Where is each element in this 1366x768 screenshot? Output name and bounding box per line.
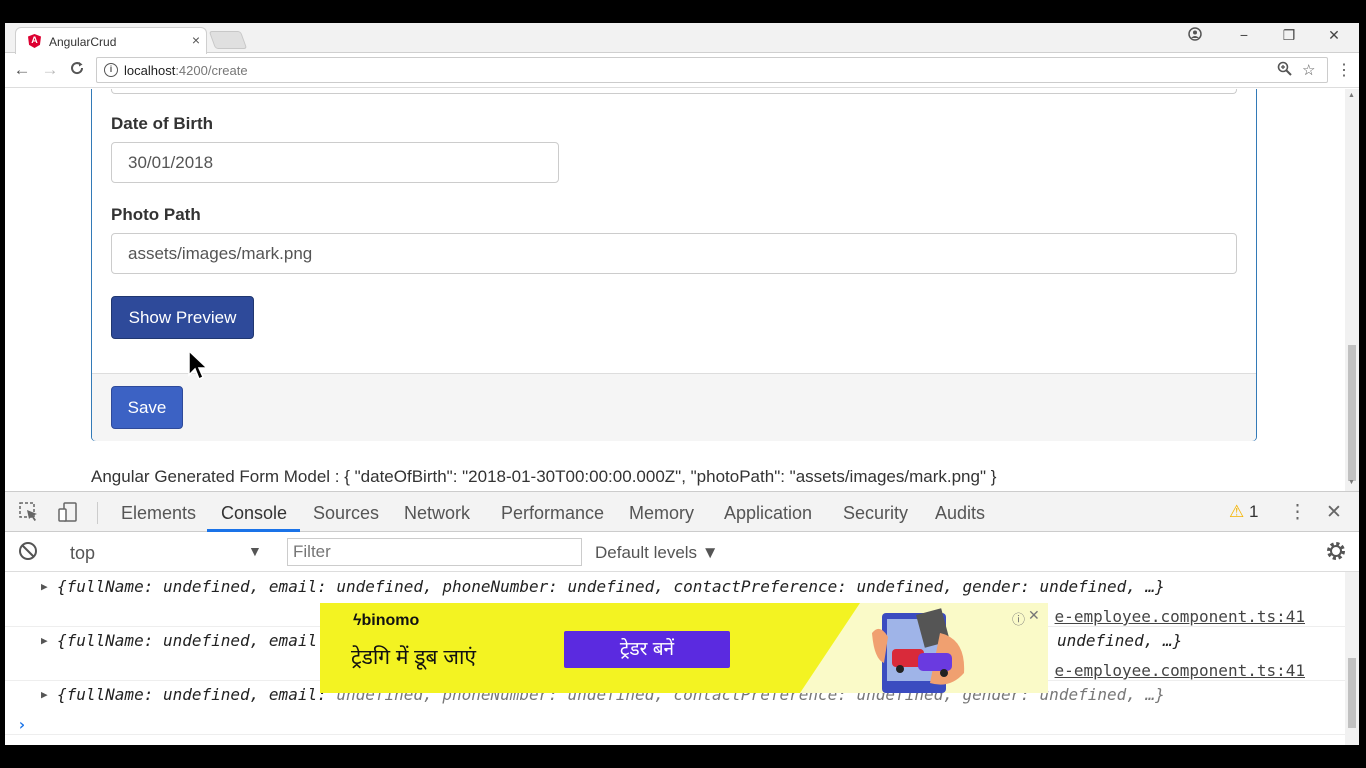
reload-icon[interactable]	[67, 60, 87, 81]
devtools-tabbar: Elements Console Sources Network Perform…	[5, 492, 1359, 532]
ad-close-icon[interactable]: ✕	[1028, 607, 1040, 624]
browser-menu-icon[interactable]: ⋮	[1336, 60, 1352, 80]
clear-console-icon[interactable]	[18, 541, 38, 567]
ad-brand-text: binomo	[361, 612, 420, 629]
browser-toolbar: ← → i localhost:4200/create ☆ ⋮	[5, 54, 1359, 88]
form-model-output: Angular Generated Form Model : { "dateOf…	[91, 467, 997, 486]
log-object-partial: {fullName: undefined, email	[57, 631, 318, 650]
previous-field[interactable]	[111, 89, 1237, 94]
log-object-tail: undefined, …}	[1057, 631, 1183, 650]
close-tab-icon[interactable]: ×	[192, 32, 200, 48]
tab-title: AngularCrud	[49, 35, 117, 49]
page-scrollbar[interactable]: ▲ ▼	[1345, 89, 1359, 491]
url-path: :4200/create	[175, 63, 248, 78]
panel-footer: Save	[92, 373, 1256, 441]
tab-elements[interactable]: Elements	[121, 503, 196, 524]
employee-form-panel: Date of Birth 30/01/2018 Photo Path asse…	[91, 89, 1257, 441]
bookmark-star-icon[interactable]: ☆	[1302, 61, 1315, 79]
gear-icon[interactable]	[1325, 540, 1347, 568]
expand-arrow-icon[interactable]: ▶	[41, 688, 48, 701]
console-filter-bar: top ▼ Default levels ▼	[5, 532, 1359, 572]
console-scroll-thumb[interactable]	[1348, 658, 1356, 728]
ad-banner[interactable]: ϟbinomo ट्रेडगि में डूब जाएं ट्रेडर बनें…	[320, 603, 1048, 693]
profile-icon[interactable]	[1185, 27, 1205, 44]
tab-memory[interactable]: Memory	[629, 503, 694, 524]
context-selector[interactable]: top	[70, 543, 95, 564]
tab-performance[interactable]: Performance	[501, 503, 604, 524]
page-scroll-thumb[interactable]	[1348, 345, 1356, 481]
url-text: localhost:4200/create	[124, 63, 248, 78]
close-window-icon[interactable]: ✕	[1324, 27, 1344, 44]
toolbar-divider	[97, 502, 98, 524]
info-icon[interactable]: i	[104, 63, 118, 77]
photo-path-input[interactable]: assets/images/mark.png	[111, 233, 1237, 274]
console-scrollbar[interactable]	[1345, 572, 1359, 745]
angular-icon: A	[28, 34, 41, 48]
tab-network[interactable]: Network	[404, 503, 470, 524]
new-tab-button[interactable]	[208, 31, 248, 49]
console-prompt[interactable]: ›	[17, 715, 27, 734]
device-toolbar-icon[interactable]	[57, 501, 79, 529]
forward-icon[interactable]: →	[40, 60, 60, 80]
tab-audits[interactable]: Audits	[935, 503, 985, 524]
ad-brand: ϟbinomo	[353, 612, 419, 630]
ad-illustration	[872, 608, 965, 693]
save-button[interactable]: Save	[111, 386, 183, 429]
favicon-letter: A	[31, 35, 38, 45]
browser-tab[interactable]: A AngularCrud ×	[15, 27, 207, 54]
log-object: {fullName: undefined, email: undefined, …	[57, 577, 1165, 596]
expand-arrow-icon[interactable]: ▶	[41, 634, 48, 647]
ad-headline: ट्रेडगि में डूब जाएं	[351, 646, 477, 669]
log-source-link[interactable]: e-employee.component.ts:41	[1055, 661, 1305, 680]
scroll-down-icon[interactable]: ▼	[1348, 479, 1355, 486]
dob-label: Date of Birth	[111, 114, 213, 133]
devtools-menu-icon[interactable]: ⋮	[1288, 501, 1307, 524]
tab-application[interactable]: Application	[724, 503, 812, 524]
dob-input[interactable]: 30/01/2018	[111, 142, 559, 183]
tab-strip: A AngularCrud × − ❐ ✕	[5, 23, 1359, 54]
inspect-element-icon[interactable]	[18, 501, 40, 529]
console-filter-input[interactable]	[287, 538, 582, 566]
page-viewport: Date of Birth 30/01/2018 Photo Path asse…	[5, 89, 1345, 491]
warning-count: 1	[1248, 502, 1259, 521]
photo-path-label: Photo Path	[111, 205, 201, 224]
minimize-icon[interactable]: −	[1234, 27, 1254, 43]
log-levels-dropdown[interactable]: Default levels ▼	[595, 543, 719, 563]
close-devtools-icon[interactable]: ✕	[1326, 501, 1342, 524]
warning-icon: ⚠	[1229, 502, 1245, 521]
ad-info-icon[interactable]: ⓘ	[1012, 609, 1025, 628]
tab-security[interactable]: Security	[843, 503, 908, 524]
mouse-cursor-icon	[188, 350, 209, 381]
restore-icon[interactable]: ❐	[1279, 27, 1299, 44]
tab-console[interactable]: Console	[221, 503, 287, 524]
log-object-prefix: {fullName: undefined, email:	[57, 685, 327, 704]
address-bar[interactable]: i localhost:4200/create ☆	[96, 57, 1328, 83]
url-host: localhost	[124, 63, 176, 78]
back-icon[interactable]: ←	[12, 60, 32, 80]
chevron-down-icon[interactable]: ▼	[248, 543, 262, 559]
log-source-link[interactable]: e-employee.component.ts:41	[1055, 607, 1305, 626]
warning-counter[interactable]: ⚠ 1	[1229, 502, 1258, 522]
zoom-icon[interactable]	[1277, 61, 1292, 80]
ad-cta-button[interactable]: ट्रेडर बनें	[564, 631, 730, 668]
expand-arrow-icon[interactable]: ▶	[41, 580, 48, 593]
show-preview-button[interactable]: Show Preview	[111, 296, 254, 339]
tab-sources[interactable]: Sources	[313, 503, 379, 524]
scroll-up-icon[interactable]: ▲	[1348, 92, 1355, 99]
